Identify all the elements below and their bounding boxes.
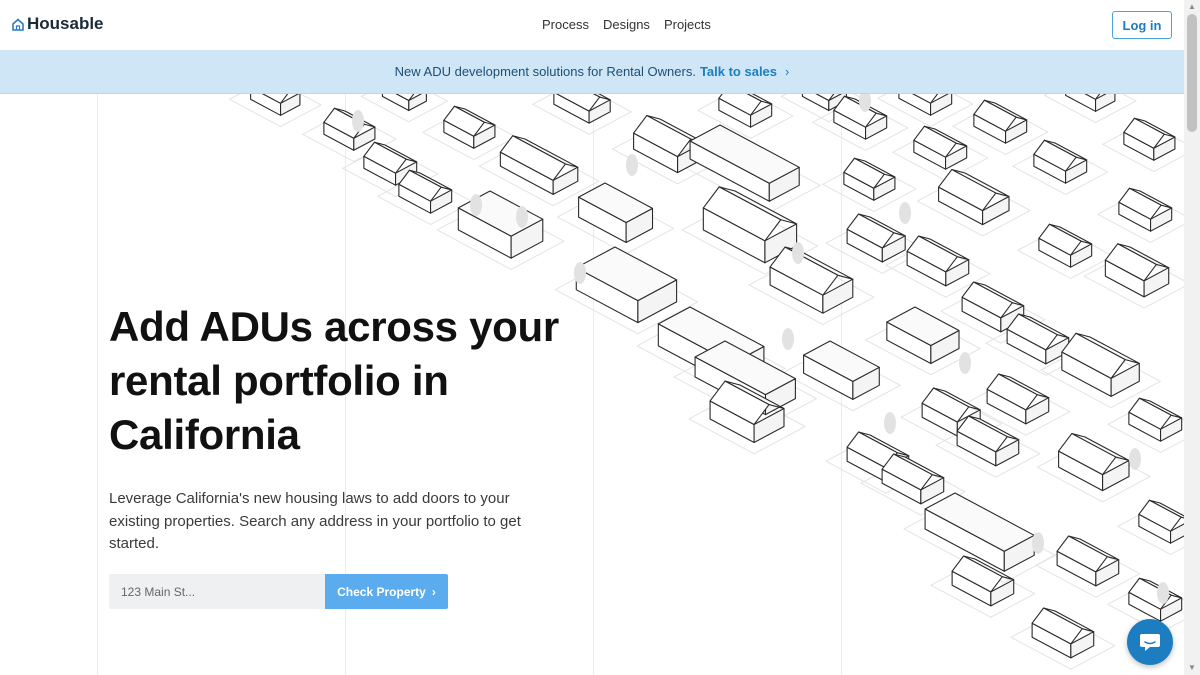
house-illustration xyxy=(1118,187,1173,232)
house-illustration xyxy=(1006,313,1070,365)
house-illustration xyxy=(973,99,1028,144)
house-illustration xyxy=(881,453,945,505)
address-search: Check Property › xyxy=(109,574,448,609)
tree-illustration xyxy=(1157,582,1169,604)
chevron-right-icon: › xyxy=(785,64,790,79)
house-illustration xyxy=(1038,223,1093,268)
hero-description: Leverage California's new housing laws t… xyxy=(109,490,521,552)
house-illustration xyxy=(553,93,611,124)
tree-illustration xyxy=(899,202,911,224)
login-button[interactable]: Log in xyxy=(1112,11,1172,39)
tree-illustration xyxy=(352,110,364,132)
house-illustration xyxy=(1065,93,1116,112)
house-illustration xyxy=(689,124,800,202)
tree-illustration xyxy=(782,328,794,350)
house-illustration xyxy=(1056,535,1120,587)
main-nav: Process Designs Projects xyxy=(542,17,711,32)
banner-text: New ADU development solutions for Rental… xyxy=(394,64,696,79)
scroll-thumb[interactable] xyxy=(1187,14,1197,132)
tree-illustration xyxy=(884,412,896,434)
scroll-down-icon[interactable]: ▼ xyxy=(1188,663,1196,672)
address-input[interactable] xyxy=(109,574,325,609)
house-illustration xyxy=(938,169,1010,226)
tree-illustration xyxy=(1129,448,1141,470)
hero-title: Add ADUs across your rental portfolio in… xyxy=(109,303,559,458)
chat-launcher-button[interactable] xyxy=(1127,619,1173,665)
chevron-right-icon: › xyxy=(431,584,436,599)
house-illustration xyxy=(1031,607,1095,659)
house-illustration xyxy=(846,213,906,263)
chat-bubble-icon xyxy=(1140,634,1160,651)
nav-designs[interactable]: Designs xyxy=(603,17,650,32)
house-illustration xyxy=(1033,139,1088,184)
nav-process[interactable]: Process xyxy=(542,17,589,32)
site-header: Housable Process Designs Projects Log in xyxy=(0,0,1184,51)
house-icon xyxy=(12,17,24,31)
house-illustration xyxy=(718,93,773,128)
announcement-banner: New ADU development solutions for Rental… xyxy=(0,50,1184,94)
page-scrollbar[interactable]: ▲ ▼ xyxy=(1184,0,1200,675)
house-illustration xyxy=(1138,499,1184,544)
brand-name: Housable xyxy=(27,14,104,33)
house-illustration xyxy=(924,492,1035,572)
house-illustration xyxy=(1104,243,1170,298)
tree-illustration xyxy=(792,242,804,264)
house-illustration xyxy=(843,157,896,201)
house-illustration xyxy=(1128,577,1183,622)
logo[interactable]: Housable xyxy=(12,14,104,34)
house-illustration xyxy=(906,235,970,287)
scroll-up-icon[interactable]: ▲ xyxy=(1188,2,1196,11)
house-illustration xyxy=(986,373,1050,425)
house-illustration xyxy=(1123,117,1176,161)
house-illustration xyxy=(323,107,376,151)
house-illustration xyxy=(575,246,678,324)
house-illustration xyxy=(1061,332,1140,397)
tree-illustration xyxy=(470,194,482,216)
tree-illustration xyxy=(1032,532,1044,554)
tree-illustration xyxy=(574,262,586,284)
house-illustration xyxy=(1058,432,1130,492)
tree-illustration xyxy=(959,352,971,374)
talk-to-sales-link[interactable]: Talk to sales xyxy=(700,64,777,79)
house-illustration xyxy=(398,169,453,214)
house-illustration xyxy=(499,135,579,195)
tree-illustration xyxy=(516,206,528,228)
house-illustration xyxy=(250,93,301,116)
house-illustration xyxy=(578,182,654,244)
tree-illustration xyxy=(626,154,638,176)
check-property-button[interactable]: Check Property › xyxy=(325,574,448,609)
hero-section: Add ADUs across your rental portfolio in… xyxy=(109,300,589,556)
nav-projects[interactable]: Projects xyxy=(664,17,711,32)
house-illustration xyxy=(956,415,1020,467)
house-illustration xyxy=(381,93,427,112)
house-illustration xyxy=(898,93,953,116)
check-property-label: Check Property xyxy=(337,584,426,599)
house-illustration xyxy=(443,105,496,149)
house-illustration xyxy=(1128,397,1183,442)
house-illustration xyxy=(913,125,968,170)
